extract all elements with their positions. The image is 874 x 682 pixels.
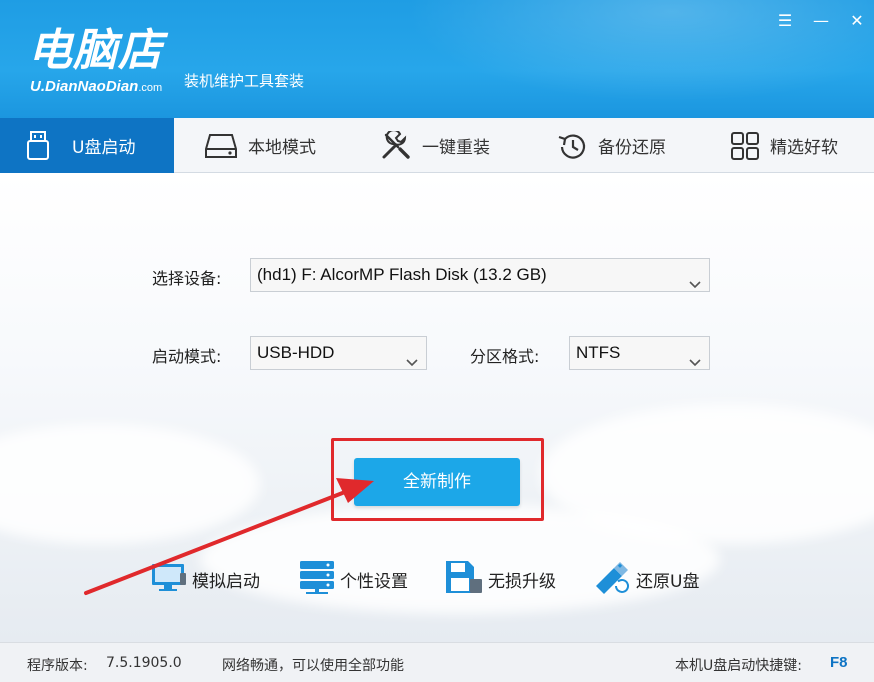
- hotkey-value: F8: [830, 654, 848, 671]
- main-panel: 选择设备: (hd1) F: AlcorMP Flash Disk (13.2 …: [0, 174, 874, 642]
- chevron-down-icon: [689, 347, 701, 379]
- tool-label: 无损升级: [488, 571, 556, 592]
- chevron-down-icon: [406, 347, 418, 379]
- status-bar: 程序版本: 7.5.1905.0 网络畅通，可以使用全部功能 本机U盘启动快捷键…: [0, 642, 874, 682]
- lossless-upgrade-button[interactable]: 无损升级: [444, 559, 556, 599]
- tools-icon: [380, 130, 412, 161]
- boot-mode-select-value: USB-HDD: [257, 343, 335, 362]
- partition-select-value: NTFS: [576, 343, 621, 362]
- highlight-annotation-box: [331, 438, 544, 521]
- tab-local-mode[interactable]: 本地模式: [204, 118, 354, 173]
- save-disk-icon: [444, 559, 484, 600]
- boot-mode-label: 启动模式:: [152, 347, 222, 366]
- tool-label: 还原U盘: [636, 571, 700, 592]
- tab-label: 一键重装: [422, 138, 490, 158]
- tab-one-click-reinstall[interactable]: 一键重装: [380, 118, 530, 173]
- partition-select[interactable]: NTFS: [569, 336, 710, 370]
- monitor-icon: [150, 561, 188, 598]
- device-select[interactable]: (hd1) F: AlcorMP Flash Disk (13.2 GB): [250, 258, 710, 292]
- logo-tagline: 装机维护工具套装: [184, 72, 305, 90]
- tab-label: 备份还原: [598, 138, 666, 158]
- restore-usb-button[interactable]: 还原U盘: [592, 559, 699, 599]
- apps-grid-icon: [730, 131, 760, 161]
- partition-label: 分区格式:: [470, 347, 540, 366]
- chevron-down-icon: [689, 269, 701, 301]
- simulate-boot-button[interactable]: 模拟启动: [150, 559, 260, 599]
- version-value: 7.5.1905.0: [106, 655, 182, 671]
- tab-usb-boot[interactable]: U盘启动: [0, 118, 174, 173]
- tab-label: 本地模式: [248, 138, 316, 158]
- bg-cloud: [0, 424, 260, 544]
- logo-title: 电脑店: [28, 25, 163, 76]
- tab-backup-restore[interactable]: 备份还原: [556, 118, 706, 173]
- header-shine: [360, 0, 874, 118]
- tab-recommended-software[interactable]: 精选好软: [730, 118, 874, 173]
- version-label: 程序版本:: [27, 658, 88, 674]
- usb-restore-icon: [592, 558, 632, 601]
- personal-settings-button[interactable]: 个性设置: [298, 559, 408, 599]
- hard-disk-icon: [204, 132, 238, 160]
- tab-label: 精选好软: [770, 138, 838, 158]
- menu-button[interactable]: ☰: [774, 10, 796, 32]
- device-label: 选择设备:: [152, 269, 222, 288]
- restore-clock-icon: [556, 131, 588, 161]
- usb-drive-icon: [26, 130, 50, 161]
- device-select-value: (hd1) F: AlcorMP Flash Disk (13.2 GB): [257, 265, 547, 284]
- close-button[interactable]: ✕: [846, 10, 868, 32]
- network-status: 网络畅通，可以使用全部功能: [222, 658, 404, 674]
- minimize-button[interactable]: —: [810, 10, 832, 32]
- tool-label: 个性设置: [340, 571, 408, 592]
- logo-url: U.DianNaoDian.com: [30, 78, 162, 95]
- server-settings-icon: [298, 559, 336, 600]
- tab-label: U盘启动: [72, 138, 136, 158]
- nav-bar: U盘启动 本地模式 一键重装 备份还原 精选好软: [0, 118, 874, 173]
- app-window: 电脑店 U.DianNaoDian.com 装机维护工具套装 ☰ — ✕ U盘启…: [0, 0, 874, 682]
- header: 电脑店 U.DianNaoDian.com 装机维护工具套装 ☰ — ✕: [0, 0, 874, 118]
- logo-url-suffix: .com: [138, 82, 163, 94]
- hotkey-label: 本机U盘启动快捷键:: [675, 658, 802, 674]
- boot-mode-select[interactable]: USB-HDD: [250, 336, 427, 370]
- tool-label: 模拟启动: [192, 571, 260, 592]
- logo-url-domain: U.DianNaoDian: [30, 78, 139, 95]
